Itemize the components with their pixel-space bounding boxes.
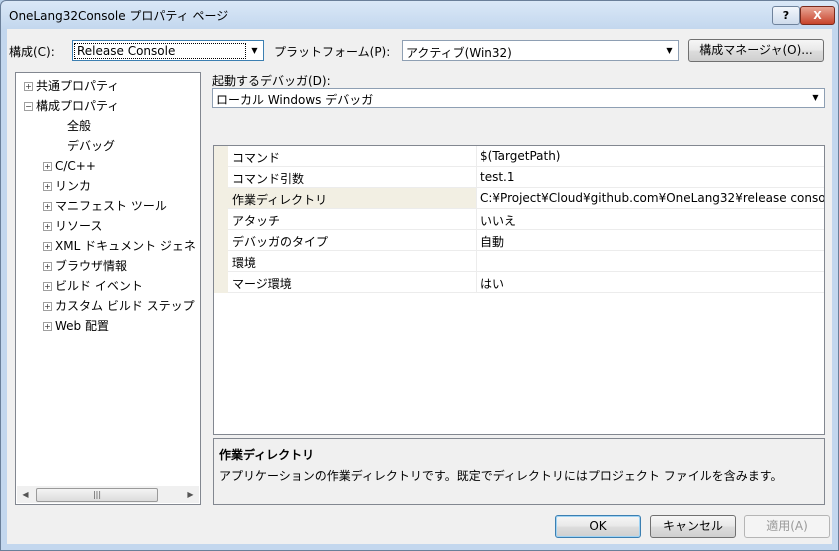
tree-item-label: 構成プロパティ — [36, 99, 120, 113]
row-gutter — [214, 209, 228, 230]
expand-icon[interactable]: + — [43, 302, 52, 311]
row-gutter — [214, 251, 228, 272]
cancel-button[interactable]: キャンセル — [650, 515, 736, 538]
tree-item-label: C/C++ — [55, 159, 96, 173]
tree-item-label: カスタム ビルド ステップ — [55, 299, 195, 313]
row-gutter — [214, 146, 228, 167]
window-title: OneLang32Console プロパティ ページ — [9, 9, 229, 23]
expand-icon[interactable]: + — [43, 242, 52, 251]
chevron-down-icon: ▼ — [251, 46, 258, 55]
tree-item-label: 共通プロパティ — [36, 79, 120, 93]
debugger-select-value: ローカル Windows デバッガ — [216, 93, 374, 107]
expand-icon[interactable]: + — [43, 162, 52, 171]
row-gutter — [214, 230, 228, 251]
property-name: コマンド引数 — [232, 172, 305, 186]
column-divider — [476, 167, 477, 188]
property-name: 環境 — [232, 256, 257, 270]
column-divider — [476, 146, 477, 167]
property-row[interactable]: コマンド $(TargetPath) — [214, 146, 824, 167]
property-value[interactable]: $(TargetPath) — [480, 149, 560, 163]
debugger-select[interactable]: ローカル Windows デバッガ ▼ — [212, 88, 825, 108]
property-tree[interactable]: + 共通プロパティ − 構成プロパティ 全般 デバッグ + C/C++ + リンカ + マニフェスト … — [15, 72, 201, 505]
expand-icon[interactable]: + — [43, 202, 52, 211]
ok-button[interactable]: OK — [555, 515, 641, 538]
expand-icon[interactable]: + — [24, 82, 33, 91]
description-title: 作業ディレクトリ — [219, 448, 315, 462]
tree-item-label: デバッグ — [67, 139, 116, 153]
property-row[interactable]: 環境 — [214, 251, 824, 272]
tree-item-label: ブラウザ情報 — [55, 259, 128, 273]
property-row[interactable]: アタッチ いいえ — [214, 209, 824, 230]
dialog-client-area: 構成(C): Release Console ▼ プラットフォーム(P): アク… — [7, 29, 832, 544]
property-row[interactable]: デバッガのタイプ 自動 — [214, 230, 824, 251]
tree-item-label: Web 配置 — [55, 319, 109, 333]
tree-item-label: 全般 — [67, 119, 92, 133]
property-name: コマンド — [232, 151, 281, 165]
property-row[interactable]: コマンド引数 test.1 — [214, 167, 824, 188]
column-divider — [476, 272, 477, 293]
platform-label: プラットフォーム(P): — [274, 45, 391, 59]
property-grid[interactable]: コマンド $(TargetPath) コマンド引数 test.1 作業ディレクトリ C:¥… — [213, 145, 825, 435]
property-row[interactable]: 作業ディレクトリ C:¥Project¥Cloud¥github.com¥OneL… — [214, 188, 824, 209]
description-panel: 作業ディレクトリ アプリケーションの作業ディレクトリです。既定でディレクトリには… — [213, 438, 825, 505]
debugger-label: 起動するデバッガ(D): — [212, 74, 331, 88]
row-gutter — [214, 188, 228, 209]
help-button[interactable]: ? — [772, 6, 800, 25]
property-value[interactable]: はい — [480, 275, 504, 292]
tree-item-label: XML ドキュメント ジェネ — [55, 239, 196, 253]
row-gutter — [214, 167, 228, 188]
tree-item-label: ビルド イベント — [55, 279, 143, 293]
column-divider — [476, 209, 477, 230]
platform-select-value: アクティブ(Win32) — [406, 46, 512, 60]
expand-icon[interactable]: + — [43, 282, 52, 291]
close-button[interactable]: X — [800, 6, 835, 25]
column-divider — [476, 188, 477, 209]
expand-icon[interactable]: + — [43, 262, 52, 271]
config-select-value: Release Console — [74, 43, 246, 59]
apply-button[interactable]: 適用(A) — [744, 515, 830, 538]
scroll-right-icon[interactable]: ▶ — [182, 486, 199, 503]
property-value[interactable]: test.1 — [480, 170, 515, 184]
property-name: 作業ディレクトリ — [232, 193, 328, 207]
expand-icon[interactable]: + — [43, 322, 52, 331]
property-row[interactable]: マージ環境 はい — [214, 272, 824, 293]
tree-item-label: リンカ — [55, 179, 92, 193]
property-name: アタッチ — [232, 214, 281, 228]
scroll-left-icon[interactable]: ◀ — [17, 486, 34, 503]
property-name: マージ環境 — [232, 277, 292, 291]
expand-icon[interactable]: + — [43, 182, 52, 191]
tree-item-label: リソース — [55, 219, 103, 233]
platform-select[interactable]: アクティブ(Win32) ▼ — [402, 40, 679, 61]
property-value[interactable]: いいえ — [480, 212, 516, 229]
row-gutter — [214, 272, 228, 293]
tree-horizontal-scrollbar[interactable]: ◀ ||| ▶ — [17, 486, 199, 503]
title-bar[interactable]: OneLang32Console プロパティ ページ ? X — [1, 1, 838, 29]
chevron-down-icon: ▼ — [666, 46, 673, 55]
property-name: デバッガのタイプ — [232, 235, 329, 249]
expand-icon[interactable]: + — [43, 222, 52, 231]
config-select[interactable]: Release Console ▼ — [72, 40, 264, 61]
column-divider — [476, 251, 477, 272]
config-manager-button[interactable]: 構成マネージャ(O)... — [688, 39, 824, 62]
property-value[interactable]: 自動 — [480, 233, 504, 250]
column-divider — [476, 230, 477, 251]
description-text: アプリケーションの作業ディレクトリです。既定でディレクトリにはプロジェクト ファ… — [219, 469, 783, 483]
properties-dialog: OneLang32Console プロパティ ページ ? X 構成(C): Re… — [0, 0, 839, 551]
tree-item-label: マニフェスト ツール — [55, 199, 167, 213]
collapse-icon[interactable]: − — [24, 102, 33, 111]
chevron-down-icon: ▼ — [812, 93, 819, 102]
config-label: 構成(C): — [9, 45, 55, 59]
scroll-thumb[interactable]: ||| — [36, 488, 158, 502]
property-value[interactable]: C:¥Project¥Cloud¥github.com¥OneLang32¥re… — [480, 191, 824, 205]
